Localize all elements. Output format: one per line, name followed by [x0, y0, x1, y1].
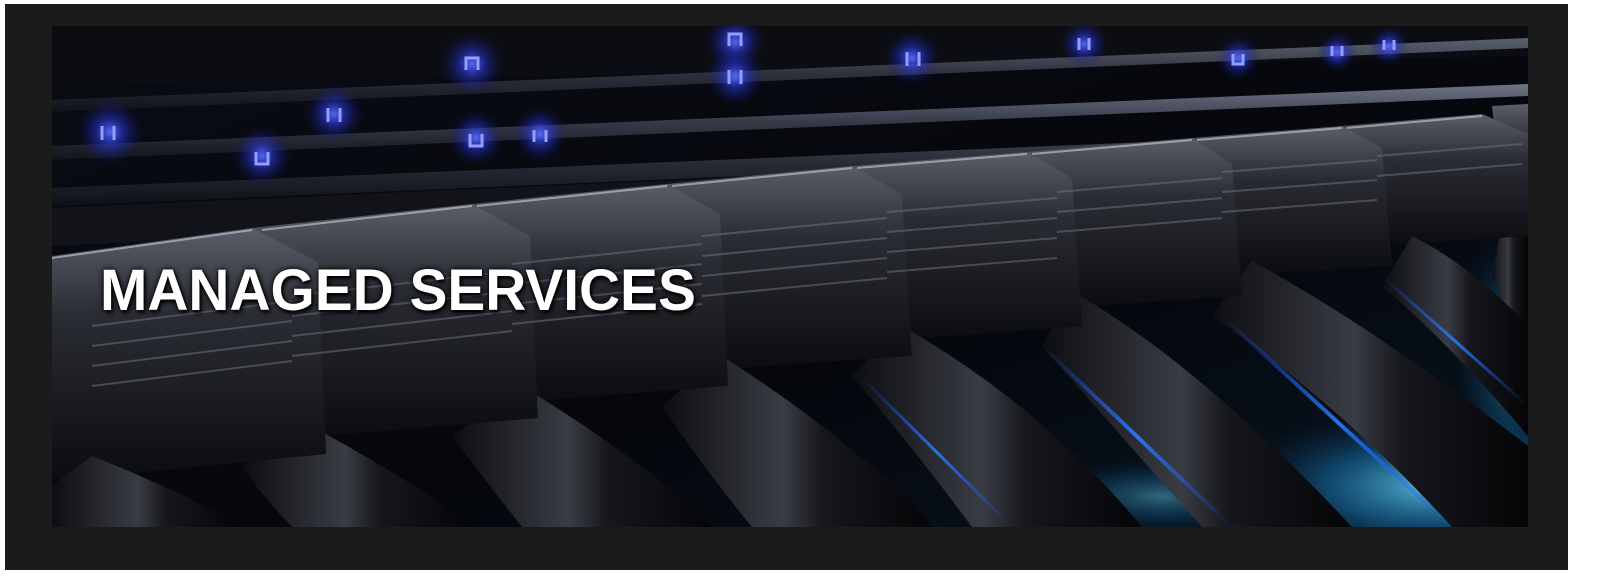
banner-headline: MANAGED SERVICES: [100, 258, 696, 323]
hero-banner: MANAGED SERVICES: [52, 26, 1528, 527]
banner-frame: MANAGED SERVICES: [5, 4, 1568, 570]
